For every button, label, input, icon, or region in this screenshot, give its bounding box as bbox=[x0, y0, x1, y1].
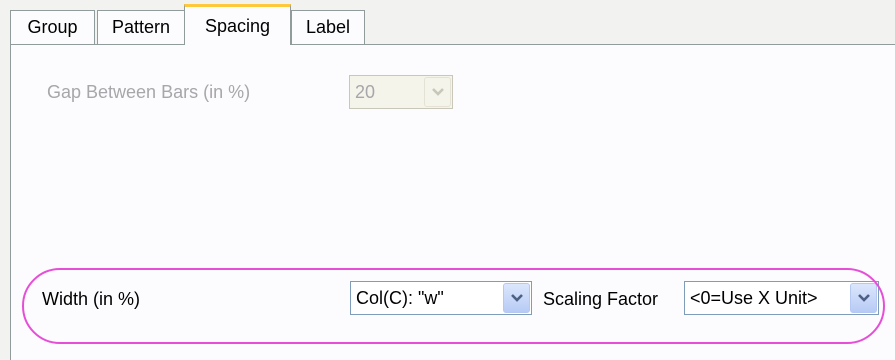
gap-between-bars-combo[interactable]: 20 bbox=[349, 75, 453, 109]
tab-pattern-label: Pattern bbox=[111, 17, 171, 37]
tab-spacing-label: Spacing bbox=[204, 15, 271, 36]
chevron-down-icon bbox=[431, 88, 444, 96]
tab-label[interactable]: Label bbox=[291, 10, 365, 44]
tab-group-label: Group bbox=[27, 17, 78, 37]
tab-spacing[interactable]: Spacing bbox=[184, 4, 291, 45]
scaling-factor-label: Scaling Factor bbox=[543, 289, 659, 309]
gap-dropdown-button[interactable] bbox=[424, 77, 451, 107]
width-combo[interactable]: Col(C): "w" bbox=[350, 281, 532, 315]
chevron-down-icon bbox=[510, 294, 523, 302]
plot-details-dialog: Group Pattern Spacing Label Gap Between … bbox=[0, 0, 895, 360]
scaling-factor-value: <0=Use X Unit> bbox=[690, 287, 818, 308]
tab-group[interactable]: Group bbox=[10, 10, 95, 44]
width-dropdown-button[interactable] bbox=[503, 283, 530, 313]
tab-pattern[interactable]: Pattern bbox=[97, 10, 185, 44]
scaling-dropdown-button[interactable] bbox=[850, 283, 877, 313]
width-label: Width (in %) bbox=[42, 289, 141, 309]
chevron-down-icon bbox=[857, 294, 870, 302]
tab-strip: Group Pattern Spacing Label bbox=[0, 0, 895, 45]
scaling-factor-combo[interactable]: <0=Use X Unit> bbox=[684, 281, 879, 315]
gap-between-bars-value: 20 bbox=[355, 81, 376, 102]
tab-label-label: Label bbox=[305, 17, 351, 37]
width-value: Col(C): "w" bbox=[356, 287, 444, 308]
gap-between-bars-label: Gap Between Bars (in %) bbox=[47, 82, 251, 102]
spacing-panel: Gap Between Bars (in %) 20 Width (in %) … bbox=[10, 44, 895, 360]
